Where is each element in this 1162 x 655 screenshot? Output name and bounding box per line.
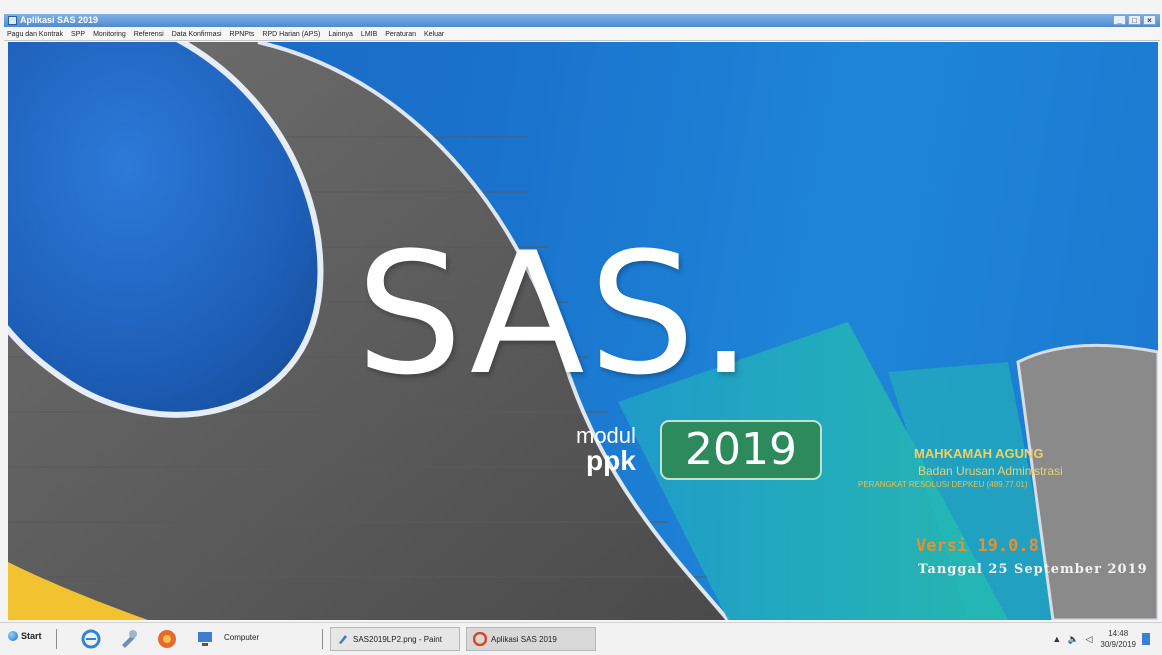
organization-subtitle: Badan Urusan Administrasi — [918, 464, 1063, 478]
paint-icon — [339, 635, 347, 644]
menu-rpd-harian[interactable]: RPD Harian (APS) — [262, 31, 320, 38]
clock-time: 14:48 — [1108, 629, 1129, 638]
start-button[interactable]: Start — [8, 631, 42, 641]
window-controls: _ □ × — [1113, 15, 1156, 25]
menu-lmib[interactable]: LMIB — [361, 31, 377, 38]
ppk-label: ppk — [586, 445, 636, 476]
minimize-button[interactable]: _ — [1113, 15, 1126, 25]
clock[interactable]: 14:48 30/9/2019 — [1100, 628, 1136, 650]
start-orb-icon — [8, 631, 18, 641]
task-paint[interactable]: SAS2019LP2.png - Paint — [330, 627, 460, 651]
menu-lainnya[interactable]: Lainnya — [328, 31, 353, 38]
computer-icon[interactable] — [196, 628, 218, 650]
maximize-button[interactable]: □ — [1128, 15, 1141, 25]
release-date-label: Tanggal 25 September 2019 — [918, 562, 1148, 577]
tools-icon[interactable] — [118, 628, 140, 650]
show-desktop-button[interactable] — [1142, 633, 1150, 645]
menu-pagu-kontrak[interactable]: Pagu dan Kontrak — [7, 31, 63, 38]
year-badge: 2019 — [660, 420, 822, 480]
menu-keluar[interactable]: Keluar — [424, 31, 444, 38]
splash-screen: SAS. modul ppk 2019 MAHKAMAH AGUNG Badan… — [8, 42, 1158, 620]
system-tray: ▲ 🔈 ◁ 14:48 30/9/2019 — [1052, 625, 1150, 653]
menu-monitoring[interactable]: Monitoring — [93, 31, 126, 38]
version-label: Versi 19.0.8 — [916, 536, 1039, 556]
taskbar-separator — [322, 629, 323, 649]
task-label: SAS2019LP2.png - Paint — [353, 634, 442, 644]
close-button[interactable]: × — [1143, 15, 1156, 25]
computer-label[interactable]: Computer — [224, 633, 259, 642]
menu-rpnpts[interactable]: RPNPts — [230, 31, 255, 38]
window-title: Aplikasi SAS 2019 — [20, 15, 99, 25]
sas-logo-text: SAS. — [356, 216, 757, 412]
ie-icon[interactable] — [80, 628, 102, 650]
menu-referensi[interactable]: Referensi — [134, 31, 164, 38]
menu-data-konfirmasi[interactable]: Data Konfirmasi — [172, 31, 222, 38]
start-label: Start — [21, 631, 42, 641]
menubar: Pagu dan Kontrak SPP Monitoring Referens… — [4, 28, 1160, 41]
sas-icon — [473, 632, 487, 646]
menu-spp[interactable]: SPP — [71, 31, 85, 38]
tray-icons[interactable]: ▲ 🔈 ◁ — [1052, 634, 1094, 645]
clock-date: 30/9/2019 — [1100, 640, 1136, 649]
menu-peraturan[interactable]: Peraturan — [385, 31, 416, 38]
media-icon[interactable] — [156, 628, 178, 650]
task-label: Aplikasi SAS 2019 — [491, 634, 557, 644]
taskbar-separator — [56, 629, 57, 649]
organization-detail: PERANGKAT RESOLUSI DEPKEU (489.77.01) — [858, 480, 1028, 489]
task-sas-app[interactable]: Aplikasi SAS 2019 — [466, 627, 596, 651]
window-titlebar: Aplikasi SAS 2019 _ □ × — [4, 14, 1160, 27]
app-icon — [8, 16, 17, 25]
organization-name: MAHKAMAH AGUNG — [914, 446, 1044, 461]
taskbar: Start Computer SAS2019LP2.png - Paint Ap… — [0, 622, 1162, 655]
